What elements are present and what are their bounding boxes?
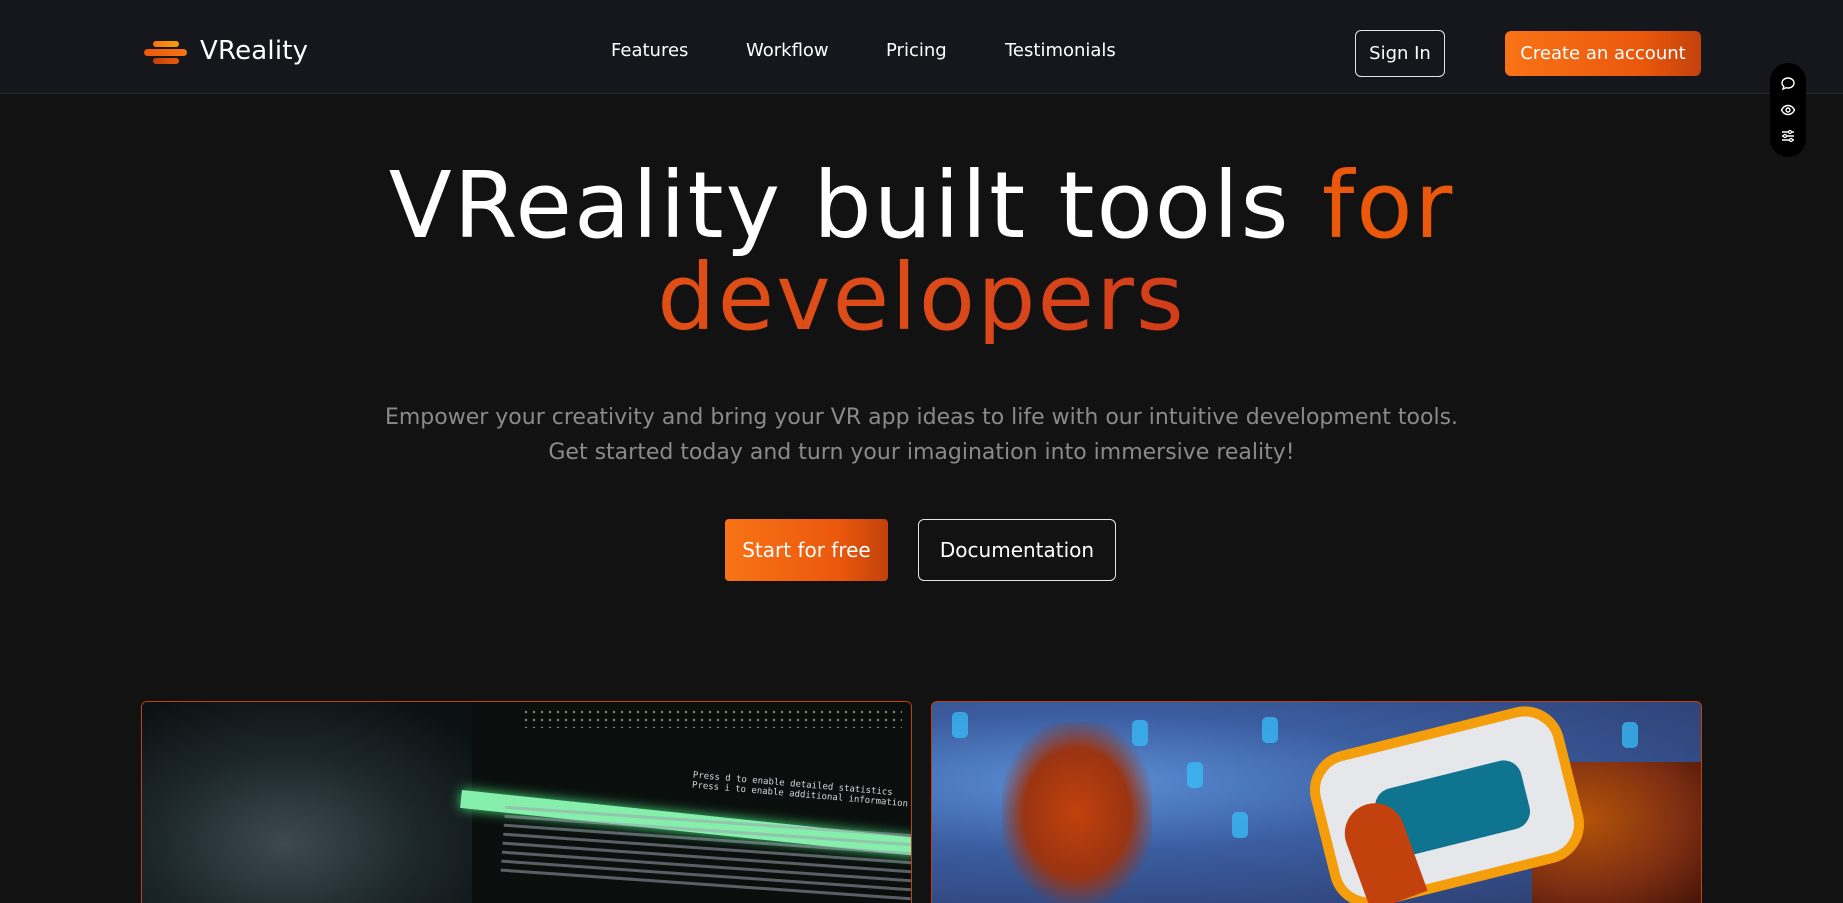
nav-item-testimonials[interactable]: Testimonials: [1005, 40, 1116, 61]
terminal-dot-grid: [522, 708, 902, 728]
light-dot: [1232, 812, 1248, 838]
start-for-free-button[interactable]: Start for free: [725, 519, 888, 581]
eye-icon[interactable]: [1779, 101, 1797, 119]
blurred-person: [142, 702, 502, 903]
terminal-image-card: Press d to enable detailed statistics Pr…: [141, 701, 912, 903]
hero-title-accent: for: [1321, 152, 1455, 259]
comment-icon[interactable]: [1779, 75, 1797, 93]
hero-title-line2: developers: [0, 252, 1843, 344]
hero-title-white: VReality built tools: [388, 152, 1322, 259]
light-dot: [952, 712, 968, 738]
nav-item-features[interactable]: Features: [611, 40, 688, 61]
hero-subtitle: Empower your creativity and bring your V…: [0, 400, 1843, 470]
hero-title: VReality built tools for developers: [0, 160, 1843, 344]
floating-toolbar: [1770, 63, 1806, 157]
nav-item-workflow[interactable]: Workflow: [746, 40, 829, 61]
light-dot: [1187, 762, 1203, 788]
raised-hand: [1002, 722, 1152, 903]
light-dot: [1262, 717, 1278, 743]
vr-image-card: [931, 701, 1702, 903]
site-header: VReality Features Workflow Pricing Testi…: [0, 0, 1843, 94]
sliders-icon[interactable]: [1779, 127, 1797, 145]
documentation-button[interactable]: Documentation: [918, 519, 1116, 581]
hero-subtitle-line1: Empower your creativity and bring your V…: [384, 405, 1459, 430]
sign-in-button[interactable]: Sign In: [1355, 30, 1445, 77]
nav-item-pricing[interactable]: Pricing: [886, 40, 947, 61]
light-dot: [1622, 722, 1638, 748]
create-account-button[interactable]: Create an account: [1505, 31, 1701, 76]
hero-subtitle-line2: Get started today and turn your imaginat…: [548, 440, 1295, 465]
